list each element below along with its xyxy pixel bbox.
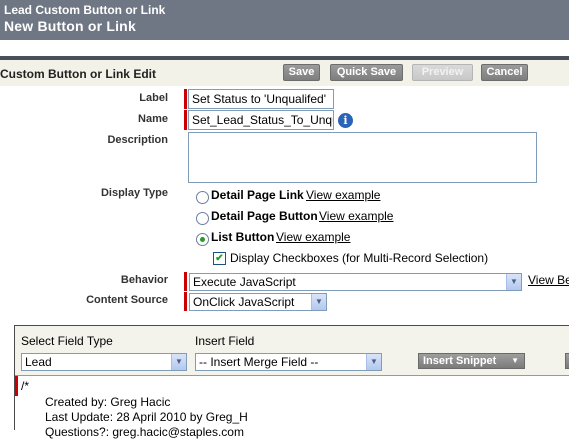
info-icon[interactable]: i (338, 113, 353, 128)
name-field-label: Name (138, 113, 168, 125)
label-input[interactable]: Set Status to 'Unqualifed' (188, 89, 334, 109)
chevron-down-icon: ▼ (366, 354, 381, 370)
header-gap (0, 40, 569, 56)
content-source-label: Content Source (86, 294, 168, 306)
display-checkboxes-checkbox[interactable]: ✔ (213, 252, 226, 265)
view-behavior-link[interactable]: View Be (528, 273, 569, 287)
required-marker (184, 272, 187, 291)
code-editor[interactable]: /* Created by: Greg Hacic Last Update: 2… (15, 375, 569, 439)
behavior-label: Behavior (120, 274, 168, 286)
display-type-label: Display Type (100, 187, 168, 199)
edit-toolbar: Custom Button or Link Edit Save Quick Sa… (0, 56, 569, 86)
view-example-link[interactable]: View example (276, 230, 350, 244)
required-marker (184, 110, 187, 130)
required-marker (15, 376, 18, 396)
view-example-link[interactable]: View example (306, 188, 380, 202)
code-line: Last Update: 28 April 2010 by Greg_H (45, 410, 248, 424)
display-checkboxes-label: Display Checkboxes (for Multi-Record Sel… (230, 251, 489, 265)
detail-page-link-label: Detail Page Link (211, 188, 304, 202)
code-line: Created by: Greg Hacic (45, 395, 171, 409)
page-title: New Button or Link (4, 18, 136, 34)
detail-page-button-label: Detail Page Button (211, 209, 318, 223)
code-line: /* (21, 379, 30, 393)
quick-save-button[interactable]: Quick Save (330, 64, 403, 81)
section-title: Custom Button or Link Edit (0, 67, 156, 81)
page-header-title: Lead Custom Button or Link (4, 3, 166, 17)
behavior-select[interactable]: Execute JavaScript ▼ (189, 273, 522, 291)
field-type-select-value: Lead (25, 355, 52, 369)
list-button-label: List Button (211, 230, 275, 244)
insert-field-label: Insert Field (195, 334, 255, 348)
code-line: Questions?: greg.hacic@staples.com (45, 425, 244, 439)
insert-field-select[interactable]: -- Insert Merge Field -- ▼ (195, 353, 382, 371)
cancel-button[interactable]: Cancel (481, 64, 528, 81)
behavior-select-value: Execute JavaScript (193, 275, 296, 289)
page-header: Lead Custom Button or Link New Button or… (0, 0, 569, 40)
name-input[interactable]: Set_Lead_Status_To_Unqualified (188, 110, 334, 130)
view-example-link[interactable]: View example (319, 209, 393, 223)
preview-button[interactable]: Preview (412, 64, 473, 81)
description-field-label: Description (107, 134, 168, 146)
chevron-down-icon: ▼ (311, 294, 326, 310)
insert-field-select-value: -- Insert Merge Field -- (199, 355, 319, 369)
field-type-label: Select Field Type (21, 334, 113, 348)
radio-detail-page-link[interactable] (196, 191, 209, 204)
radio-list-button[interactable] (196, 233, 209, 246)
chevron-down-icon: ▼ (171, 354, 186, 370)
insert-snippet-button[interactable]: Insert Snippet ▼ (418, 353, 525, 369)
content-source-select[interactable]: OnClick JavaScript ▼ (189, 293, 327, 311)
overflow-button[interactable] (565, 353, 569, 369)
chevron-down-icon: ▼ (511, 356, 519, 365)
content-source-select-value: OnClick JavaScript (193, 295, 295, 309)
label-field-label: Label (139, 92, 168, 104)
radio-detail-page-button[interactable] (196, 212, 209, 225)
required-marker (184, 89, 187, 109)
save-button[interactable]: Save (283, 64, 320, 81)
chevron-down-icon: ▼ (506, 274, 521, 290)
insert-snippet-label: Insert Snippet (423, 355, 497, 367)
radio-selected-dot (200, 237, 205, 242)
field-type-select[interactable]: Lead ▼ (21, 353, 187, 371)
required-marker (184, 292, 187, 311)
description-textarea[interactable] (188, 132, 537, 183)
